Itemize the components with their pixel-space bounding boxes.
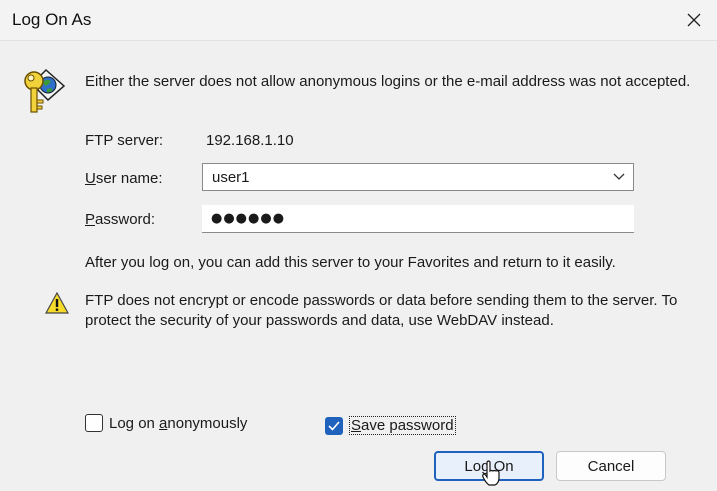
window-title: Log On As <box>12 10 92 29</box>
anonymous-checkbox-row[interactable]: Log on anonymously <box>85 414 247 432</box>
close-icon <box>687 13 701 27</box>
close-button[interactable] <box>671 0 717 40</box>
username-value: user1 <box>212 169 250 186</box>
server-message: Either the server does not allow anonymo… <box>85 73 691 90</box>
checkmark-icon <box>328 420 340 431</box>
ftp-server-value: 192.168.1.10 <box>206 132 294 149</box>
save-password-label: Save password <box>349 416 456 435</box>
favorites-info-text: After you log on, you can add this serve… <box>85 254 616 271</box>
username-label: User name: <box>85 170 163 187</box>
username-combobox[interactable]: user1 <box>202 163 634 191</box>
anonymous-checkbox-label: Log on anonymously <box>109 414 248 432</box>
cancel-button[interactable]: Cancel <box>556 451 666 481</box>
hand-cursor-icon <box>482 460 500 486</box>
security-warning-text: FTP does not encrypt or encode passwords… <box>85 292 678 329</box>
ftp-server-label: FTP server: <box>85 132 164 149</box>
anonymous-checkbox[interactable] <box>85 414 103 432</box>
title-bar: Log On As <box>0 0 717 41</box>
password-field[interactable] <box>202 205 634 233</box>
warning-icon <box>45 292 69 314</box>
key-globe-icon <box>24 68 66 113</box>
password-label: Password: <box>85 211 156 228</box>
chevron-down-icon[interactable] <box>613 173 625 181</box>
save-password-checkbox[interactable] <box>325 416 343 435</box>
save-password-checkbox-row[interactable]: Save password <box>325 416 456 435</box>
